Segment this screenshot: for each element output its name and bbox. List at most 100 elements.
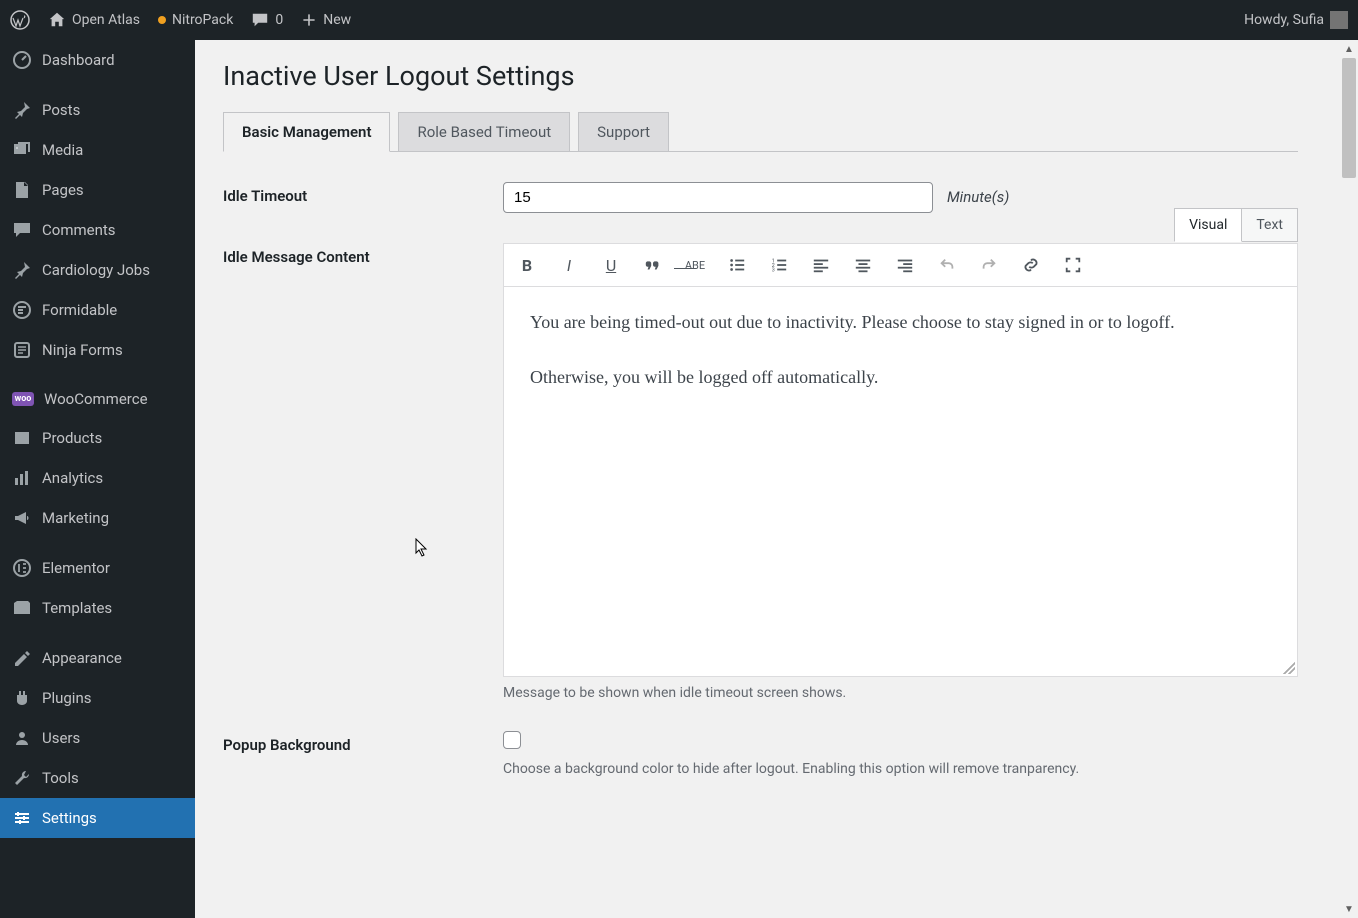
dashboard-icon [12, 50, 32, 70]
tools-icon [12, 768, 32, 788]
appearance-icon [12, 648, 32, 668]
align-right-button[interactable] [894, 254, 916, 276]
woo-icon: woo [12, 392, 34, 406]
sidebar-item-label: Analytics [42, 469, 103, 487]
marketing-icon [12, 508, 32, 528]
link-button[interactable] [1020, 254, 1042, 276]
scroll-up-button[interactable]: ▲ [1340, 40, 1358, 58]
avatar [1330, 11, 1348, 29]
sidebar-item-marketing[interactable]: Marketing [0, 498, 195, 538]
idle-message-label: Idle Message Content [223, 243, 503, 266]
row-popup-background: Popup Background Choose a background col… [223, 731, 1298, 777]
strikethrough-button[interactable]: ABE [684, 254, 706, 276]
sidebar-item-products[interactable]: Products [0, 418, 195, 458]
italic-button[interactable]: I [558, 254, 580, 276]
blockquote-button[interactable] [642, 254, 664, 276]
editor-content-area[interactable]: You are being timed-out out due to inact… [503, 287, 1298, 677]
new-link[interactable]: New [301, 12, 351, 28]
nitropack-label: NitroPack [172, 12, 233, 28]
media-icon [12, 140, 32, 160]
sidebar-item-media[interactable]: Media [0, 130, 195, 170]
idle-timeout-label: Idle Timeout [223, 182, 503, 205]
editor-mode-tabs: Visual Text [1174, 208, 1298, 242]
sidebar-item-ninja-forms[interactable]: Ninja Forms [0, 330, 195, 370]
sidebar-item-label: Elementor [42, 559, 110, 577]
wp-logo[interactable] [10, 10, 30, 30]
sidebar-item-comments[interactable]: Comments [0, 210, 195, 250]
tab-basic-management[interactable]: Basic Management [223, 112, 390, 152]
scroll-down-button[interactable]: ▼ [1340, 900, 1358, 918]
sidebar-item-label: Marketing [42, 509, 109, 527]
sidebar-item-analytics[interactable]: Analytics [0, 458, 195, 498]
sidebar-item-label: Comments [42, 221, 116, 239]
align-center-button[interactable] [852, 254, 874, 276]
new-label: New [323, 12, 351, 28]
sidebar-item-label: Products [42, 429, 102, 447]
editor-resize-handle[interactable] [1283, 662, 1295, 674]
sidebar-item-posts[interactable]: Posts [0, 90, 195, 130]
bullet-list-button[interactable] [726, 254, 748, 276]
home-icon [48, 11, 66, 29]
sidebar-item-appearance[interactable]: Appearance [0, 638, 195, 678]
sidebar-item-label: WooCommerce [44, 390, 148, 408]
sidebar-item-label: Settings [42, 809, 97, 827]
row-idle-timeout: Idle Timeout Minute(s) [223, 182, 1298, 213]
idle-timeout-suffix: Minute(s) [947, 188, 1009, 206]
comment-icon [12, 220, 32, 240]
redo-button[interactable] [978, 254, 1000, 276]
fullscreen-button[interactable] [1062, 254, 1084, 276]
scroll-thumb[interactable] [1342, 58, 1356, 178]
site-name-link[interactable]: Open Atlas [48, 11, 140, 29]
tab-role-based-timeout[interactable]: Role Based Timeout [398, 112, 570, 151]
sidebar-item-settings[interactable]: Settings [0, 798, 195, 838]
sidebar-item-label: Posts [42, 101, 80, 119]
admin-bar: Open Atlas NitroPack 0 New Howdy, Sufia [0, 0, 1358, 40]
popup-bg-checkbox[interactable] [503, 731, 521, 749]
plugins-icon [12, 688, 32, 708]
sidebar-item-templates[interactable]: Templates [0, 588, 195, 628]
comments-link[interactable]: 0 [251, 11, 283, 29]
editor-paragraph-1: You are being timed-out out due to inact… [530, 307, 1271, 338]
comment-count: 0 [275, 12, 283, 28]
sidebar-item-label: Users [42, 729, 80, 747]
analytics-icon [12, 468, 32, 488]
idle-message-help: Message to be shown when idle timeout sc… [503, 685, 1298, 701]
pin-icon [12, 100, 32, 120]
nitropack-link[interactable]: NitroPack [158, 12, 233, 28]
underline-button[interactable]: U [600, 254, 622, 276]
sidebar-item-plugins[interactable]: Plugins [0, 678, 195, 718]
numbered-list-button[interactable]: 123 [768, 254, 790, 276]
sidebar-item-label: Templates [42, 599, 112, 617]
sidebar-item-label: Ninja Forms [42, 341, 123, 359]
editor-tab-text[interactable]: Text [1242, 208, 1298, 242]
site-name: Open Atlas [72, 12, 140, 28]
align-left-button[interactable] [810, 254, 832, 276]
howdy-link[interactable]: Howdy, Sufia [1244, 11, 1348, 29]
idle-timeout-input[interactable] [503, 182, 933, 213]
sidebar-item-tools[interactable]: Tools [0, 758, 195, 798]
wordpress-icon [10, 10, 30, 30]
popup-bg-help: Choose a background color to hide after … [503, 761, 1298, 777]
editor-tab-visual[interactable]: Visual [1174, 208, 1242, 242]
undo-button[interactable] [936, 254, 958, 276]
ninja-forms-icon [12, 340, 32, 360]
tab-support[interactable]: Support [578, 112, 669, 151]
sidebar-item-label: Tools [42, 769, 79, 787]
elementor-icon [12, 558, 32, 578]
plus-icon [301, 12, 317, 28]
vertical-scrollbar[interactable]: ▲ ▼ [1340, 40, 1358, 918]
sidebar-item-elementor[interactable]: Elementor [0, 548, 195, 588]
sidebar-item-woocommerce[interactable]: woo WooCommerce [0, 380, 195, 418]
sidebar-item-label: Formidable [42, 301, 117, 319]
pin-icon [12, 260, 32, 280]
sidebar-item-dashboard[interactable]: Dashboard [0, 40, 195, 80]
sidebar-item-formidable[interactable]: Formidable [0, 290, 195, 330]
admin-bar-right: Howdy, Sufia [1244, 11, 1348, 29]
sidebar-item-cardiology-jobs[interactable]: Cardiology Jobs [0, 250, 195, 290]
settings-tabs: Basic Management Role Based Timeout Supp… [223, 112, 1298, 152]
sidebar-item-label: Appearance [42, 649, 122, 667]
bold-button[interactable]: B [516, 254, 538, 276]
sidebar-item-users[interactable]: Users [0, 718, 195, 758]
sidebar-item-pages[interactable]: Pages [0, 170, 195, 210]
editor-toolbar: B I U ABE 123 [503, 243, 1298, 287]
